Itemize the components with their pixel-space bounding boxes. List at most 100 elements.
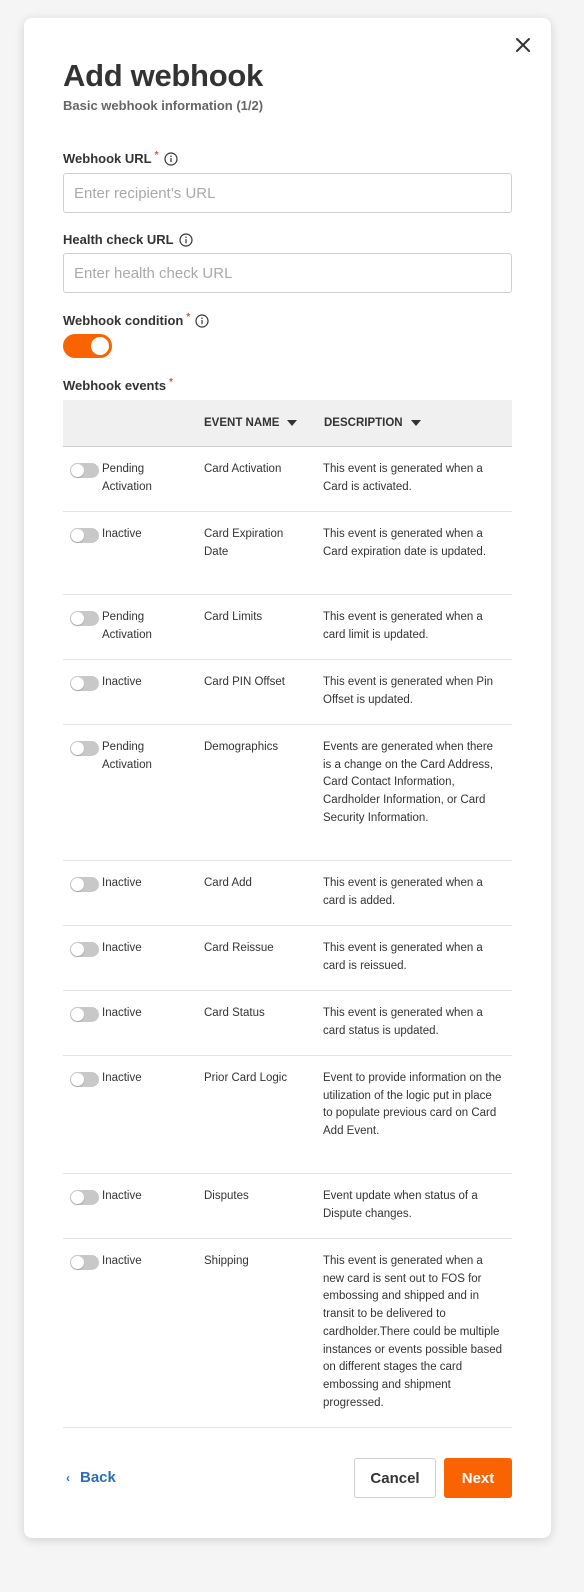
- event-description: This event is generated when a card is a…: [323, 877, 483, 907]
- toggle-knob: [71, 1008, 84, 1021]
- event-name: Card Activation: [204, 463, 282, 475]
- health-check-url-label: Health check URL: [63, 232, 193, 247]
- table-row: Pending Activation Demographics Events are…: [63, 725, 512, 861]
- health-check-url-input[interactable]: [63, 253, 512, 293]
- event-status: Inactive: [102, 1007, 142, 1019]
- table-row: Inactive Card Reissue This event is genera…: [63, 926, 512, 991]
- toggle-knob: [71, 529, 84, 542]
- event-status: Inactive: [102, 676, 142, 688]
- table-row: Pending Activation Card Activation This ev…: [63, 447, 512, 512]
- webhook-condition-toggle[interactable]: [63, 334, 112, 358]
- toggle-knob: [71, 1256, 84, 1269]
- event-toggle[interactable]: [70, 741, 99, 756]
- event-name: Card Add: [204, 877, 252, 889]
- event-name: Card PIN Offset: [204, 676, 285, 688]
- event-status: Pending Activation: [102, 611, 152, 641]
- event-name-column-header[interactable]: EVENT NAME: [204, 417, 298, 429]
- table-row: Inactive Card Status This event is generat…: [63, 991, 512, 1056]
- chevron-left-icon: ‹: [66, 1470, 70, 1485]
- back-button[interactable]: ‹ Back: [66, 1469, 116, 1486]
- table-body: Pending Activation Card Activation This ev…: [63, 447, 512, 1428]
- required-marker: *: [154, 150, 159, 161]
- webhook-events-table: EVENT NAME DESCRIPTION Pending Activatio…: [63, 400, 512, 1428]
- event-toggle[interactable]: [70, 611, 99, 626]
- webhook-condition-label-text: Webhook condition: [63, 313, 184, 328]
- toggle-knob: [71, 677, 84, 690]
- event-toggle[interactable]: [70, 1072, 99, 1087]
- toggle-knob: [71, 943, 84, 956]
- event-status: Inactive: [102, 942, 142, 954]
- toggle-knob: [71, 1191, 84, 1204]
- event-status: Pending Activation: [102, 741, 152, 771]
- required-marker: *: [186, 312, 191, 323]
- table-row: Inactive Card PIN Offset This event is gen…: [63, 660, 512, 725]
- cancel-button[interactable]: Cancel: [354, 1458, 436, 1498]
- info-icon[interactable]: [178, 232, 193, 247]
- event-description: Event to provide information on the util…: [323, 1072, 502, 1138]
- event-name: Card Status: [204, 1007, 265, 1019]
- event-name: Card Reissue: [204, 942, 274, 954]
- event-name: Card Limits: [204, 611, 263, 623]
- event-description: This event is generated when a new card …: [323, 1255, 502, 1409]
- event-status: Inactive: [102, 1255, 142, 1267]
- health-check-url-label-text: Health check URL: [63, 232, 174, 247]
- webhook-condition-label: Webhook condition *: [63, 312, 209, 328]
- close-icon[interactable]: [515, 37, 531, 53]
- event-name: Demographics: [204, 741, 279, 753]
- event-status: Inactive: [102, 1190, 142, 1202]
- event-toggle[interactable]: [70, 877, 99, 892]
- sort-caret-icon: [287, 420, 298, 426]
- event-status: Inactive: [102, 877, 142, 889]
- event-toggle[interactable]: [70, 676, 99, 691]
- table-row: Pending Activation Card Limits This event …: [63, 595, 512, 660]
- info-icon[interactable]: [163, 151, 178, 166]
- description-column-header[interactable]: DESCRIPTION: [324, 417, 421, 429]
- webhook-url-input[interactable]: [63, 173, 512, 213]
- event-description: This event is generated when a Card is a…: [323, 463, 483, 493]
- toggle-knob: [71, 742, 84, 755]
- info-icon[interactable]: [195, 313, 209, 328]
- table-header: EVENT NAME DESCRIPTION: [63, 400, 512, 447]
- webhook-events-label-text: Webhook events: [63, 378, 167, 393]
- event-description: This event is generated when a card limi…: [323, 611, 483, 641]
- sort-caret-icon: [410, 420, 421, 426]
- table-row: Inactive Card Expiration Date This event i…: [63, 512, 512, 595]
- add-webhook-modal: Add webhook Basic webhook information (1…: [24, 18, 551, 1538]
- description-header-label: DESCRIPTION: [324, 417, 403, 429]
- modal-title: Add webhook: [63, 58, 263, 93]
- toggle-knob: [91, 337, 109, 355]
- required-marker: *: [169, 377, 173, 388]
- webhook-url-label: Webhook URL *: [63, 150, 178, 166]
- event-toggle[interactable]: [70, 1255, 99, 1270]
- event-status: Inactive: [102, 1072, 142, 1084]
- event-description: This event is generated when a card stat…: [323, 1007, 483, 1037]
- event-description: Event update when status of a Dispute ch…: [323, 1190, 478, 1220]
- table-row: Inactive Prior Card Logic Event to provide…: [63, 1056, 512, 1174]
- event-name: Card Expiration Date: [204, 528, 284, 558]
- table-row: Inactive Card Add This event is generated …: [63, 861, 512, 926]
- event-status: Pending Activation: [102, 463, 152, 493]
- event-description: This event is generated when a Card expi…: [323, 528, 487, 558]
- event-toggle[interactable]: [70, 942, 99, 957]
- toggle-knob: [71, 878, 84, 891]
- toggle-knob: [71, 1073, 84, 1086]
- table-row: Inactive Disputes Event update when status…: [63, 1174, 512, 1239]
- next-button[interactable]: Next: [444, 1458, 512, 1498]
- toggle-knob: [71, 464, 84, 477]
- event-toggle[interactable]: [70, 1007, 99, 1022]
- event-name: Shipping: [204, 1255, 249, 1267]
- modal-subtitle: Basic webhook information (1/2): [63, 98, 264, 113]
- event-name-header-label: EVENT NAME: [204, 417, 280, 429]
- webhook-events-label: Webhook events *: [63, 377, 173, 393]
- event-name: Disputes: [204, 1190, 249, 1202]
- back-label: Back: [80, 1469, 116, 1486]
- event-toggle[interactable]: [70, 1190, 99, 1205]
- event-description: This event is generated when Pin Offset …: [323, 676, 494, 706]
- event-description: Events are generated when there is a cha…: [323, 741, 494, 824]
- event-status: Inactive: [102, 528, 142, 540]
- event-toggle[interactable]: [70, 463, 99, 478]
- event-toggle[interactable]: [70, 528, 99, 543]
- toggle-knob: [71, 612, 84, 625]
- event-name: Prior Card Logic: [204, 1072, 288, 1084]
- webhook-url-label-text: Webhook URL: [63, 151, 152, 166]
